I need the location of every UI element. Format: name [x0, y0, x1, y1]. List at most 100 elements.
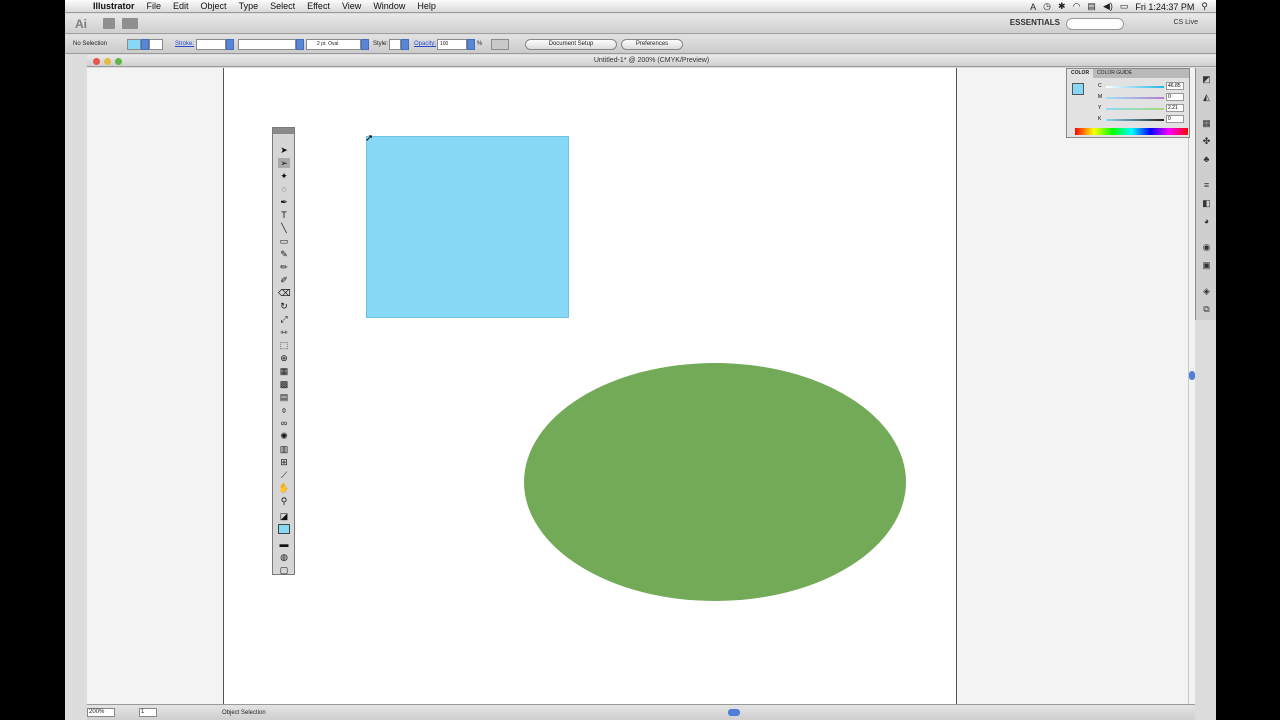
- variable-width-field[interactable]: [238, 39, 296, 50]
- width-tool-icon[interactable]: ⇿: [278, 327, 290, 337]
- time-machine-icon[interactable]: ◷: [1043, 1, 1051, 12]
- channel-k-slider[interactable]: [1106, 119, 1164, 121]
- channel-k-row[interactable]: K 0: [1098, 115, 1188, 124]
- free-transform-tool-icon[interactable]: ⬚: [278, 340, 290, 350]
- blend-tool-icon[interactable]: ∞: [278, 418, 290, 428]
- menu-help[interactable]: Help: [411, 1, 442, 11]
- channel-m-value[interactable]: 0: [1166, 93, 1184, 101]
- tab-color-guide[interactable]: COLOR GUIDE: [1093, 69, 1136, 78]
- artboards-panel-icon[interactable]: ⧉: [1201, 304, 1212, 314]
- flag-icon[interactable]: ▤: [1087, 1, 1096, 12]
- menu-view[interactable]: View: [336, 1, 367, 11]
- magic-wand-tool-icon[interactable]: ✦: [278, 171, 290, 181]
- line-tool-icon[interactable]: ╲: [278, 223, 290, 233]
- cs-live-button[interactable]: CS Live: [1173, 19, 1198, 26]
- symbol-sprayer-tool-icon[interactable]: ✺: [278, 431, 290, 441]
- fill-swatch[interactable]: [127, 39, 141, 50]
- horizontal-scroll-thumb[interactable]: [728, 709, 740, 716]
- eyedropper-tool-icon[interactable]: ⌽: [278, 405, 290, 415]
- default-fill-stroke-icon[interactable]: ◪: [278, 511, 290, 521]
- channel-c-slider[interactable]: [1106, 86, 1164, 88]
- channel-m-row[interactable]: M 0: [1098, 93, 1188, 102]
- bridge-icon[interactable]: [103, 18, 115, 29]
- brush-dropdown[interactable]: [361, 39, 369, 50]
- wifi-icon[interactable]: ◠: [1073, 1, 1081, 12]
- blue-rectangle[interactable]: [366, 136, 569, 318]
- tools-panel-header[interactable]: [273, 128, 294, 134]
- layers-panel-icon[interactable]: ◈: [1201, 286, 1212, 296]
- direct-selection-tool-icon[interactable]: ➢: [278, 158, 290, 168]
- stroke-label[interactable]: Stroke:: [175, 41, 194, 47]
- clock[interactable]: Fri 1:24:37 PM: [1135, 2, 1194, 12]
- battery-icon[interactable]: ▭: [1120, 1, 1129, 12]
- scale-tool-icon[interactable]: ⤢: [278, 314, 290, 324]
- pen-tool-icon[interactable]: ✒: [278, 197, 290, 207]
- mesh-tool-icon[interactable]: ▩: [278, 379, 290, 389]
- style-dropdown[interactable]: [401, 39, 409, 50]
- drawing-mode-icon[interactable]: ◍: [278, 552, 290, 562]
- blob-brush-tool-icon[interactable]: ✐: [278, 275, 290, 285]
- menu-edit[interactable]: Edit: [167, 1, 195, 11]
- appearance-panel-icon[interactable]: ◉: [1201, 242, 1212, 252]
- perspective-grid-tool-icon[interactable]: ▦: [278, 366, 290, 376]
- shape-builder-tool-icon[interactable]: ⊕: [278, 353, 290, 363]
- transparency-panel-icon[interactable]: ◕: [1201, 216, 1212, 226]
- menu-file[interactable]: File: [141, 1, 168, 11]
- rotate-tool-icon[interactable]: ↻: [278, 301, 290, 311]
- color-guide-icon[interactable]: ◭: [1201, 92, 1212, 102]
- channel-c-row[interactable]: C 46.85: [1098, 82, 1188, 91]
- column-graph-tool-icon[interactable]: ▥: [278, 444, 290, 454]
- menu-app-name[interactable]: Illustrator: [87, 1, 141, 11]
- rectangle-tool-icon[interactable]: ▭: [278, 236, 290, 246]
- menu-select[interactable]: Select: [264, 1, 301, 11]
- color-fill-swatch[interactable]: [1072, 83, 1084, 95]
- fill-dropdown[interactable]: [141, 39, 149, 50]
- stroke-weight-field[interactable]: [196, 39, 226, 50]
- tab-color[interactable]: COLOR: [1067, 69, 1094, 78]
- artboard-tool-icon[interactable]: ⊞: [278, 457, 290, 467]
- slice-tool-icon[interactable]: ⟋: [278, 470, 290, 480]
- gradient-panel-icon[interactable]: ◧: [1201, 198, 1212, 208]
- color-mode-icon[interactable]: ▬: [278, 539, 290, 549]
- fill-stroke-swatch-icon[interactable]: [278, 524, 290, 534]
- color-panel-icon[interactable]: ◩: [1201, 74, 1212, 84]
- stroke-panel-icon[interactable]: ≡: [1201, 180, 1212, 190]
- recolor-artwork-icon[interactable]: [491, 39, 509, 50]
- menu-type[interactable]: Type: [233, 1, 265, 11]
- menu-window[interactable]: Window: [367, 1, 411, 11]
- close-window-icon[interactable]: [93, 58, 100, 65]
- brushes-panel-icon[interactable]: ✤: [1201, 136, 1212, 146]
- volume-icon[interactable]: ◀): [1103, 1, 1113, 12]
- help-search-input[interactable]: [1066, 18, 1124, 30]
- opacity-field[interactable]: 100: [437, 39, 467, 50]
- graphic-styles-panel-icon[interactable]: ▣: [1201, 260, 1212, 270]
- vertical-scrollbar[interactable]: [1188, 68, 1195, 704]
- preferences-button[interactable]: Preferences: [621, 39, 683, 50]
- swatches-panel-icon[interactable]: ▦: [1201, 118, 1212, 128]
- artboard[interactable]: [223, 68, 957, 704]
- stroke-swatch[interactable]: [149, 39, 163, 50]
- channel-k-value[interactable]: 0: [1166, 115, 1184, 123]
- bluetooth-icon[interactable]: ✱: [1058, 1, 1066, 12]
- gradient-tool-icon[interactable]: ▤: [278, 392, 290, 402]
- channel-y-slider[interactable]: [1106, 108, 1164, 110]
- color-spectrum-bar[interactable]: [1075, 128, 1188, 135]
- screen-mode-icon[interactable]: ▢: [278, 565, 290, 575]
- channel-m-slider[interactable]: [1106, 97, 1164, 99]
- paintbrush-tool-icon[interactable]: ✎: [278, 249, 290, 259]
- channel-c-value[interactable]: 46.85: [1166, 82, 1184, 90]
- zoom-level-field[interactable]: 200%: [87, 708, 115, 717]
- status-tool-name[interactable]: Object Selection: [222, 710, 266, 716]
- document-setup-button[interactable]: Document Setup: [525, 39, 617, 50]
- symbols-panel-icon[interactable]: ♣: [1201, 154, 1212, 164]
- green-ellipse[interactable]: [524, 363, 906, 601]
- lasso-tool-icon[interactable]: ◌: [278, 184, 290, 194]
- spotlight-icon[interactable]: ⚲: [1201, 1, 1208, 12]
- minimize-window-icon[interactable]: [104, 58, 111, 65]
- adobe-icon[interactable]: A: [1030, 2, 1036, 12]
- pencil-tool-icon[interactable]: ✏: [278, 262, 290, 272]
- zoom-window-icon[interactable]: [115, 58, 122, 65]
- artboard-number-field[interactable]: 1: [139, 708, 157, 717]
- channel-y-value[interactable]: 2.21: [1166, 104, 1184, 112]
- eraser-tool-icon[interactable]: ⌫: [278, 288, 291, 298]
